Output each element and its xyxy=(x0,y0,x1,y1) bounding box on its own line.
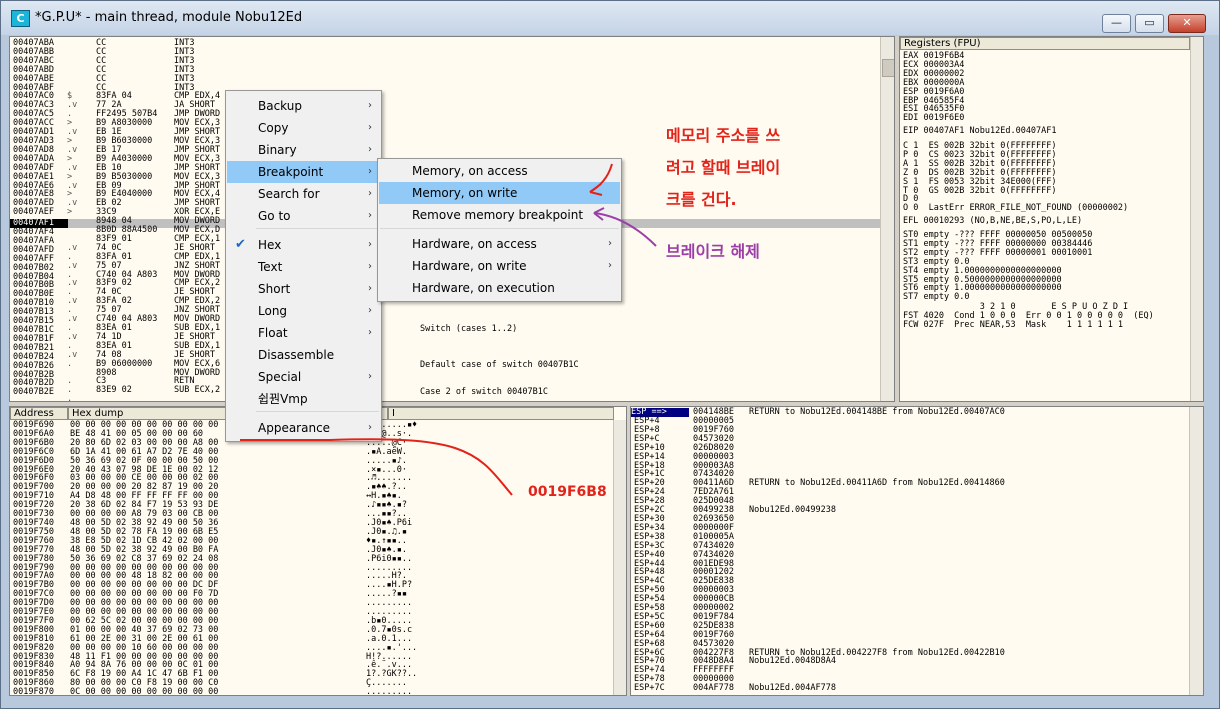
red-line-to-address xyxy=(240,438,513,496)
red-arrowhead xyxy=(589,183,603,196)
red-arrow-to-memory-on-write xyxy=(589,163,613,193)
annotation-purple: 브레이크 해제 xyxy=(666,242,760,261)
purple-arrow-to-remove xyxy=(593,212,657,247)
annotation-red-line1: 메모리 주소를 쓰 xyxy=(666,126,781,145)
annotation-red-line2: 려고 할때 브레이 xyxy=(666,158,781,177)
annotation-address: 0019F6B8 xyxy=(528,484,607,500)
annotation-strokes xyxy=(240,163,657,496)
annotation-red-line3: 크를 건다. xyxy=(666,190,737,209)
